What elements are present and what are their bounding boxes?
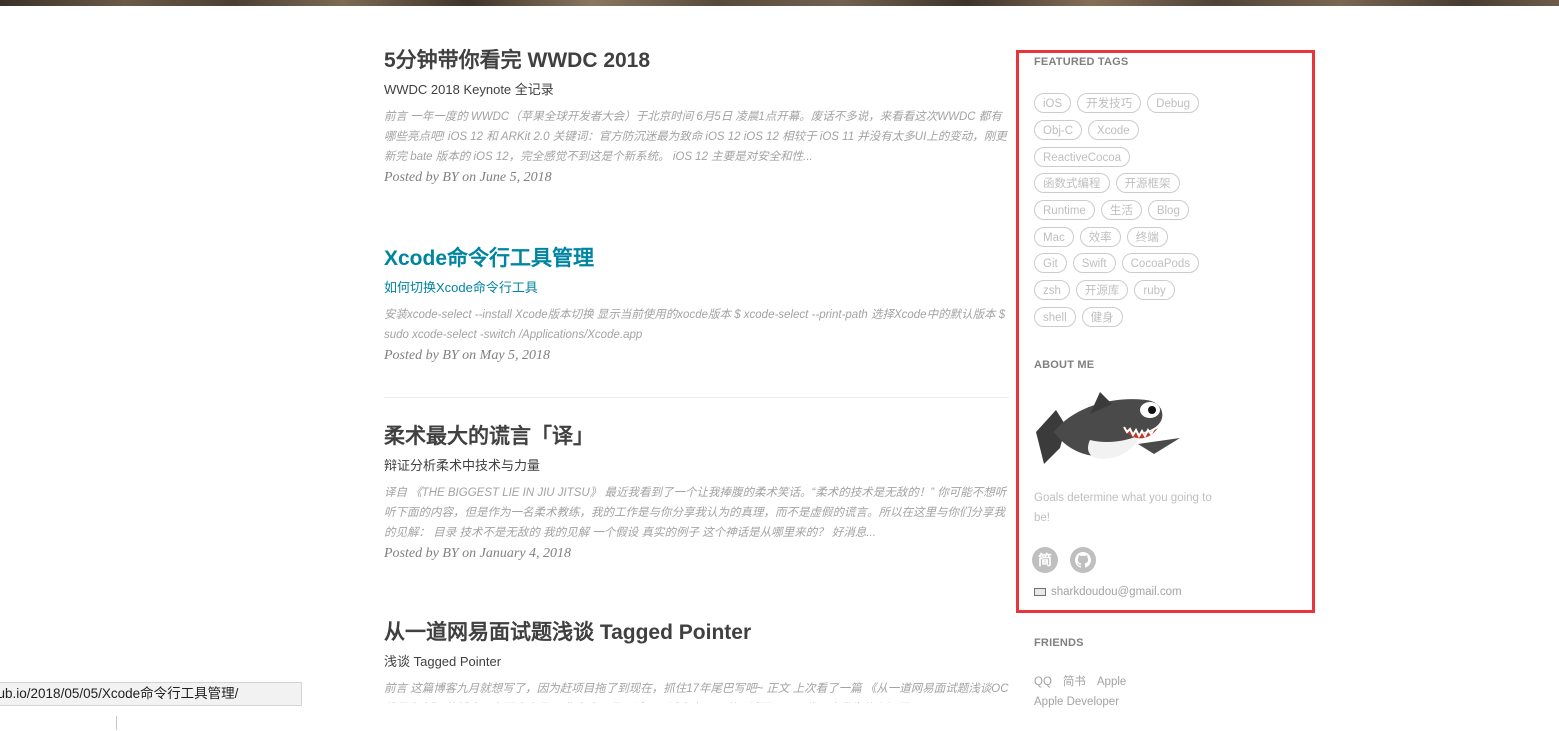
tag-button[interactable]: Git <box>1034 253 1067 274</box>
post-divider <box>384 397 1009 398</box>
post-excerpt: 安装xcode-select --install Xcode版本切换 显示当前使… <box>384 309 1006 341</box>
featured-tags-heading: FEATURED TAGS <box>1034 56 1129 68</box>
post-title[interactable]: 从一道网易面试题浅谈 Tagged Pointer <box>384 620 1009 646</box>
tag-button[interactable]: ruby <box>1134 280 1175 301</box>
about-description: Goals determine what you going to be! <box>1034 492 1212 524</box>
post-excerpt: 前言 一年一度的 WWDC（苹果全球开发者大会）于北京时间 6月5日 凌晨1点开… <box>384 111 1007 163</box>
tag-button[interactable]: Obj-C <box>1034 120 1083 141</box>
tag-button[interactable]: Xcode <box>1088 120 1139 141</box>
post-excerpt: 前言 这篇博客九月就想写了，因为赶项目拖了到现在，抓住17年尾巴写吧~ 正文 上… <box>384 683 1009 695</box>
tag-button[interactable]: CocoaPods <box>1121 253 1200 274</box>
tag-button[interactable]: Blog <box>1147 200 1189 221</box>
tag-button[interactable]: 开源框架 <box>1115 173 1180 194</box>
tag-row: Obj-C Xcode <box>1034 117 1234 144</box>
tag-button[interactable]: 开发技巧 <box>1077 93 1142 114</box>
tag-button[interactable]: Debug <box>1147 93 1200 114</box>
tag-button[interactable]: iOS <box>1034 93 1072 114</box>
email-address[interactable]: sharkdoudou@gmail.com <box>1051 586 1182 598</box>
tag-row: 函数式编程 开源框架 <box>1034 170 1234 197</box>
status-url: hub.io/2018/05/05/Xcode命令行工具管理/ <box>0 686 239 701</box>
post-subtitle[interactable]: 浅谈 Tagged Pointer <box>384 653 1009 671</box>
post-subtitle[interactable]: 辩证分析柔术中技术与力量 <box>384 457 1009 475</box>
header-image-strip <box>0 0 1559 6</box>
post-meta: Posted by BY on January 4, 2018 <box>384 546 572 561</box>
about-me-heading: ABOUT ME <box>1034 359 1095 371</box>
tag-row: Mac 效率 终端 <box>1034 223 1234 250</box>
tag-row: Runtime 生活 Blog <box>1034 197 1234 224</box>
tag-button[interactable]: 函数式编程 <box>1034 173 1110 194</box>
friend-link-apple-developer[interactable]: Apple Developer <box>1034 696 1119 708</box>
friend-link-apple[interactable]: Apple <box>1097 676 1126 688</box>
tag-button[interactable]: zsh <box>1034 280 1070 301</box>
email-link[interactable]: sharkdoudou@gmail.com <box>1034 586 1182 598</box>
jianshu-icon[interactable]: 简 <box>1032 547 1058 573</box>
friend-link-jianshu[interactable]: 简书 <box>1063 676 1086 688</box>
post-meta: Posted by BY on May 5, 2018 <box>384 348 551 363</box>
tag-button[interactable]: 生活 <box>1100 200 1142 221</box>
tag-row: ReactiveCocoa <box>1034 143 1234 170</box>
tag-row: Git Swift CocoaPods <box>1034 250 1234 277</box>
tag-button[interactable]: Swift <box>1072 253 1116 274</box>
post-title[interactable]: 柔术最大的谎言「译」 <box>384 424 1009 450</box>
tag-button[interactable]: Mac <box>1034 226 1074 247</box>
post-title[interactable]: Xcode命令行工具管理 <box>384 246 1009 272</box>
post-title[interactable]: 5分钟带你看完 WWDC 2018 <box>384 48 1009 74</box>
github-icon[interactable] <box>1070 547 1096 573</box>
featured-tags-list: iOS 开发技巧 Debug Obj-C Xcode ReactiveCocoa 函数式编程… <box>1034 90 1234 330</box>
tag-row: iOS 开发技巧 Debug <box>1034 90 1234 117</box>
browser-status-bar: hub.io/2018/05/05/Xcode命令行工具管理/ <box>0 682 302 706</box>
tag-button[interactable]: 开源库 <box>1075 280 1129 301</box>
post-subtitle[interactable]: WWDC 2018 Keynote 全记录 <box>384 81 1009 99</box>
tag-row: shell 健身 <box>1034 304 1234 331</box>
tag-button[interactable]: 健身 <box>1081 306 1123 327</box>
post-meta: Posted by BY on June 5, 2018 <box>384 170 552 185</box>
social-links: 简 <box>1032 547 1096 573</box>
friend-link-qq[interactable]: QQ <box>1034 676 1052 688</box>
mail-icon <box>1034 588 1046 596</box>
post-preview[interactable]: 5分钟带你看完 WWDC 2018 WWDC 2018 Keynote 全记录 … <box>384 48 1009 187</box>
tag-button[interactable]: shell <box>1034 306 1076 327</box>
shark-avatar <box>1036 392 1180 464</box>
tag-button[interactable]: ReactiveCocoa <box>1034 146 1130 167</box>
post-preview[interactable]: Xcode命令行工具管理 如何切换Xcode命令行工具 安装xcode-sele… <box>384 246 1009 365</box>
post-preview[interactable]: 柔术最大的谎言「译」 辩证分析柔术中技术与力量 译自 《THE BIGGEST … <box>384 424 1009 563</box>
tag-row: zsh 开源库 ruby <box>1034 277 1234 304</box>
tag-button[interactable]: 终端 <box>1126 226 1168 247</box>
post-subtitle[interactable]: 如何切换Xcode命令行工具 <box>384 279 1009 297</box>
friends-links: QQ 简书 Apple Apple Developer <box>1034 672 1194 712</box>
tag-button[interactable]: 效率 <box>1079 226 1121 247</box>
post-excerpt: 译自 《THE BIGGEST LIE IN JIU JITSU》 最近我看到了… <box>384 487 1007 539</box>
tag-button[interactable]: Runtime <box>1034 200 1095 221</box>
friends-heading: FRIENDS <box>1034 637 1084 649</box>
post-preview[interactable]: 从一道网易面试题浅谈 Tagged Pointer 浅谈 Tagged Poin… <box>384 620 1009 703</box>
text-caret <box>116 716 117 730</box>
